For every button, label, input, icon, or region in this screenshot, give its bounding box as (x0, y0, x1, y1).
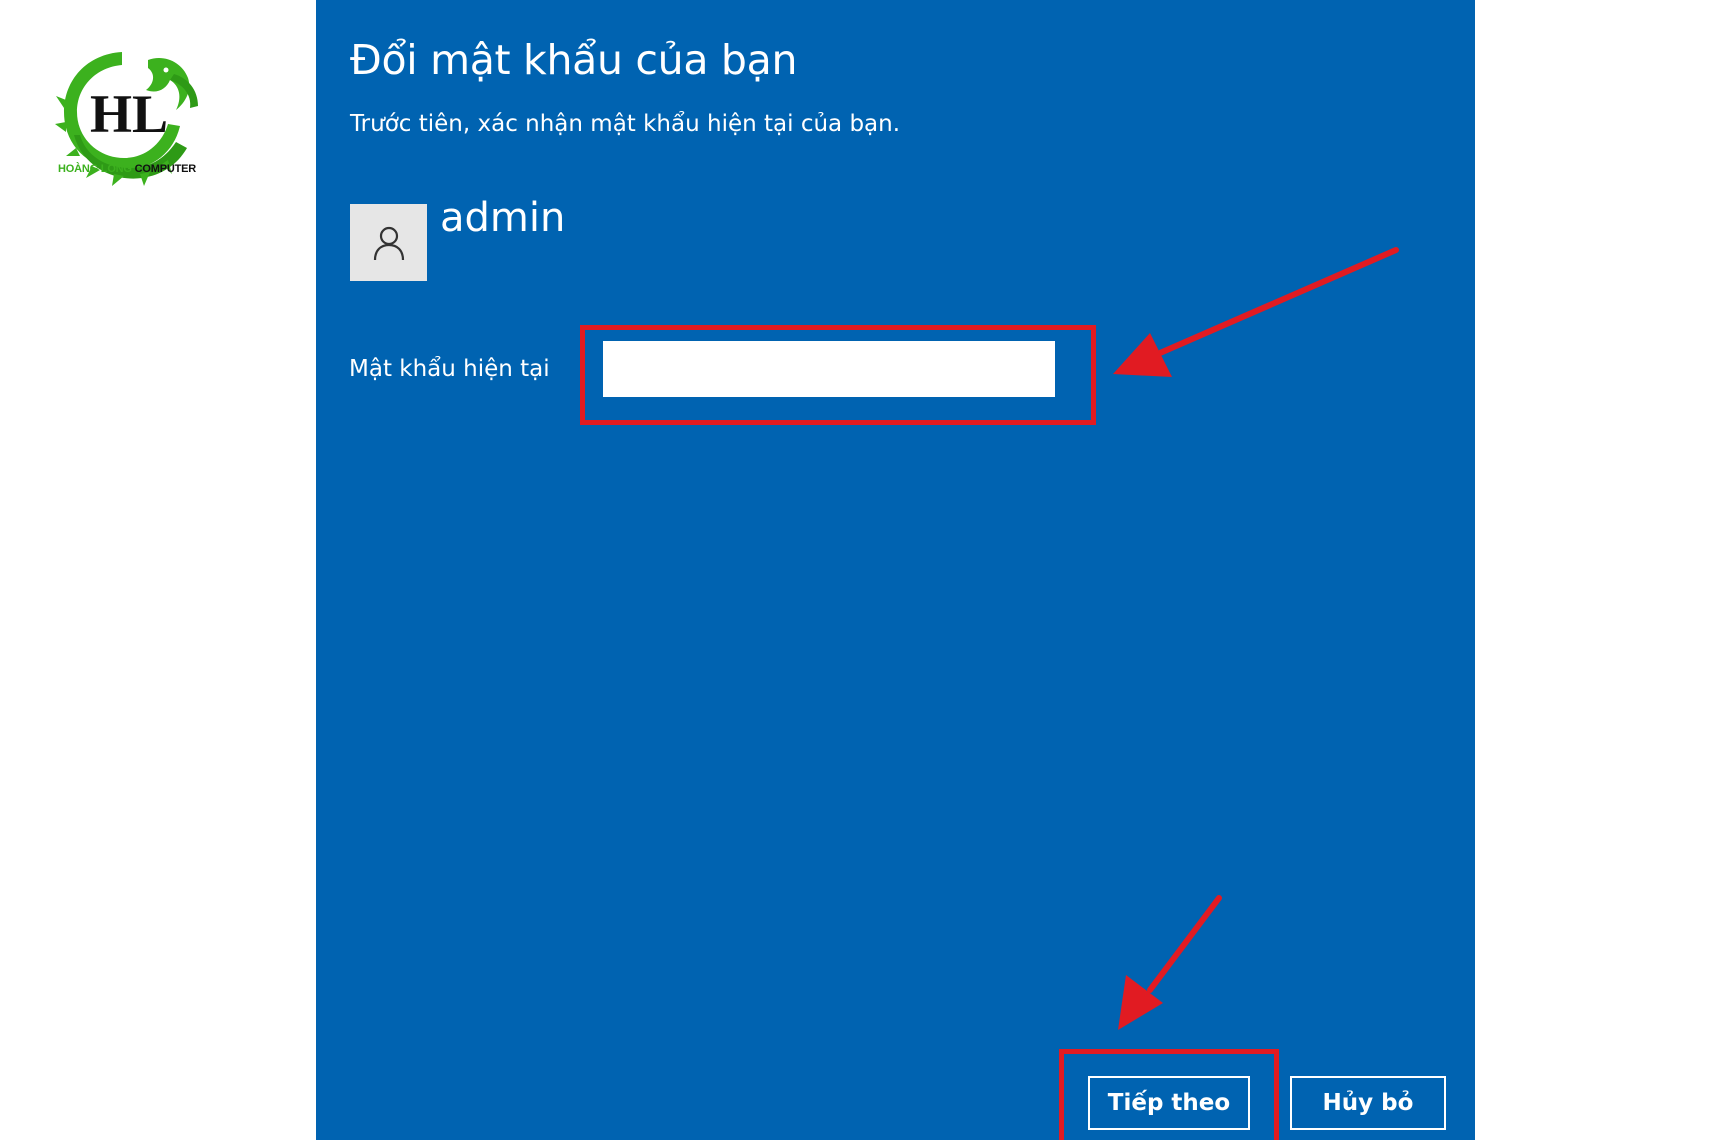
dialog-title: Đổi mật khẩu của bạn (350, 36, 798, 84)
account-username: admin (440, 195, 566, 241)
svg-text:HL: HL (90, 84, 168, 144)
logo-suffix: COMPUTER (134, 163, 197, 175)
next-button[interactable]: Tiếp theo (1088, 1076, 1250, 1130)
page: HL HOÀNG LONG COMPUTER Đổi mật khẩu của … (0, 0, 1710, 1140)
logo-name: HOÀNG LONG (58, 163, 132, 175)
change-password-dialog: Đổi mật khẩu của bạn Trước tiên, xác nhậ… (316, 0, 1475, 1140)
cancel-button[interactable]: Hủy bỏ (1290, 1076, 1446, 1130)
dialog-subtitle: Trước tiên, xác nhận mật khẩu hiện tại c… (350, 111, 901, 137)
current-password-input[interactable] (603, 341, 1055, 397)
current-password-label: Mật khẩu hiện tại (349, 356, 550, 382)
logo-text: HOÀNG LONG COMPUTER (58, 163, 196, 175)
user-icon (373, 226, 404, 260)
avatar (350, 204, 427, 281)
